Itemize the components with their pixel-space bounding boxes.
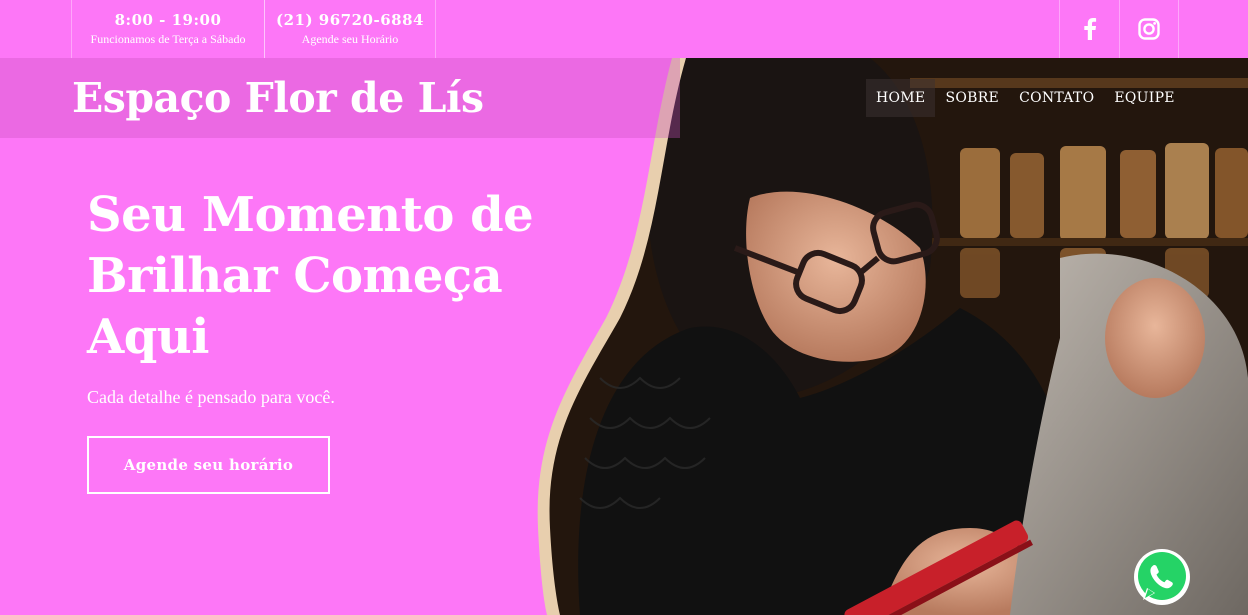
- landing-page: Espaço Flor de Lís HOME SOBRE CONTATO EQ…: [0, 0, 1248, 615]
- hero-title-line-1: Seu Momento de: [87, 187, 534, 243]
- whatsapp-button[interactable]: [1131, 546, 1193, 608]
- nav-item-home[interactable]: HOME: [866, 79, 936, 117]
- facebook-icon: [1083, 18, 1096, 40]
- brand-logo-text[interactable]: Espaço Flor de Lís: [72, 74, 484, 122]
- nav-item-contato[interactable]: CONTATO: [1009, 79, 1104, 117]
- hero-title-line-3: Aqui: [87, 309, 209, 365]
- hours-note: Funcionamos de Terça a Sábado: [90, 32, 246, 46]
- nav-item-equipe[interactable]: EQUIPE: [1104, 79, 1184, 117]
- nav-item-sobre[interactable]: SOBRE: [935, 79, 1009, 117]
- facebook-link[interactable]: [1059, 0, 1119, 58]
- phone-number[interactable]: (21) 96720-6884: [265, 11, 435, 29]
- main-nav: HOME SOBRE CONTATO EQUIPE: [866, 79, 1185, 117]
- whatsapp-icon: [1134, 549, 1190, 605]
- top-info-bar: 8:00 - 19:00 Funcionamos de Terça a Sába…: [0, 0, 1248, 58]
- instagram-link[interactable]: [1119, 0, 1179, 58]
- hero-title: Seu Momento de Brilhar Começa Aqui: [87, 185, 557, 368]
- opening-hours: 8:00 - 19:00 Funcionamos de Terça a Sába…: [71, 0, 265, 58]
- phone-note: Agende seu Horário: [301, 32, 399, 46]
- instagram-icon: [1138, 18, 1160, 40]
- hours-value: 8:00 - 19:00: [114, 11, 222, 29]
- phone-contact[interactable]: (21) 96720-6884 Agende seu Horário: [264, 0, 436, 58]
- hero-subtitle: Cada detalhe é pensado para você.: [87, 387, 335, 407]
- book-appointment-button[interactable]: Agende seu horário: [87, 436, 330, 494]
- hero-title-line-2: Brilhar Começa: [87, 248, 503, 304]
